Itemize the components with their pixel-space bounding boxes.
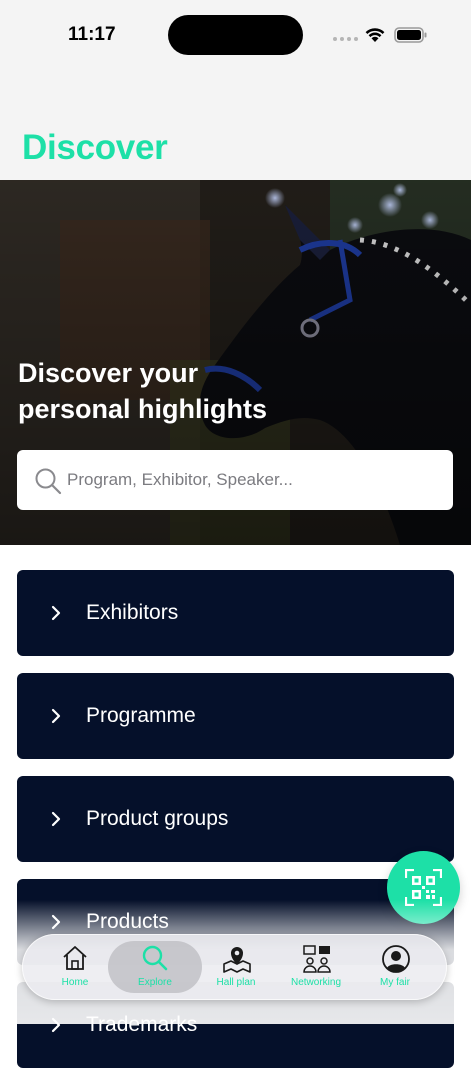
chevron-right-icon (51, 1017, 61, 1033)
search-icon (142, 945, 168, 971)
tab-explore[interactable]: Explore (108, 934, 202, 1000)
menu-item-label: Product groups (86, 807, 229, 830)
tab-label: Networking (290, 977, 342, 988)
page-title: Discover (22, 128, 168, 167)
chevron-right-icon (51, 811, 61, 827)
status-bar: 11:17 (0, 0, 471, 70)
menu-item-label: Products (86, 910, 169, 933)
menu-item-label: Programme (86, 704, 196, 727)
chevron-right-icon (51, 605, 61, 621)
tab-label: Explore (138, 977, 172, 988)
tab-bar: Home Explore Hall plan Networking My fai… (22, 934, 447, 1000)
menu-item-exhibitors[interactable]: Exhibitors (17, 570, 454, 656)
tab-networking[interactable]: Networking (276, 934, 356, 1000)
menu-item-product-groups[interactable]: Product groups (17, 776, 454, 862)
tab-label: Home (61, 977, 89, 988)
tab-home[interactable]: Home (35, 934, 115, 1000)
chevron-right-icon (51, 708, 61, 724)
chevron-right-icon (51, 914, 61, 930)
user-icon (382, 945, 410, 973)
tab-label: My fair (380, 977, 410, 988)
map-pin-icon (223, 947, 251, 973)
search-input[interactable]: Program, Exhibitor, Speaker... (17, 450, 453, 510)
menu-item-programme[interactable]: Programme (17, 673, 454, 759)
signal-dots-icon (333, 37, 358, 41)
menu-item-label: Trademarks (86, 1013, 198, 1036)
tab-label: Hall plan (216, 977, 256, 988)
tab-my-fair[interactable]: My fair (355, 934, 435, 1000)
menu-item-label: Exhibitors (86, 601, 179, 624)
qr-scan-button[interactable] (387, 851, 460, 924)
tab-hall-plan[interactable]: Hall plan (196, 934, 276, 1000)
search-icon (35, 468, 62, 495)
battery-icon (394, 27, 427, 43)
status-time: 11:17 (68, 24, 116, 45)
hero-title: Discover your personal highlights (18, 358, 268, 424)
house-icon (63, 946, 87, 970)
dynamic-island (168, 15, 303, 55)
qr-code-icon (405, 869, 442, 906)
people-chat-icon (303, 945, 331, 973)
search-placeholder: Program, Exhibitor, Speaker... (67, 470, 293, 489)
wifi-icon (365, 28, 385, 42)
